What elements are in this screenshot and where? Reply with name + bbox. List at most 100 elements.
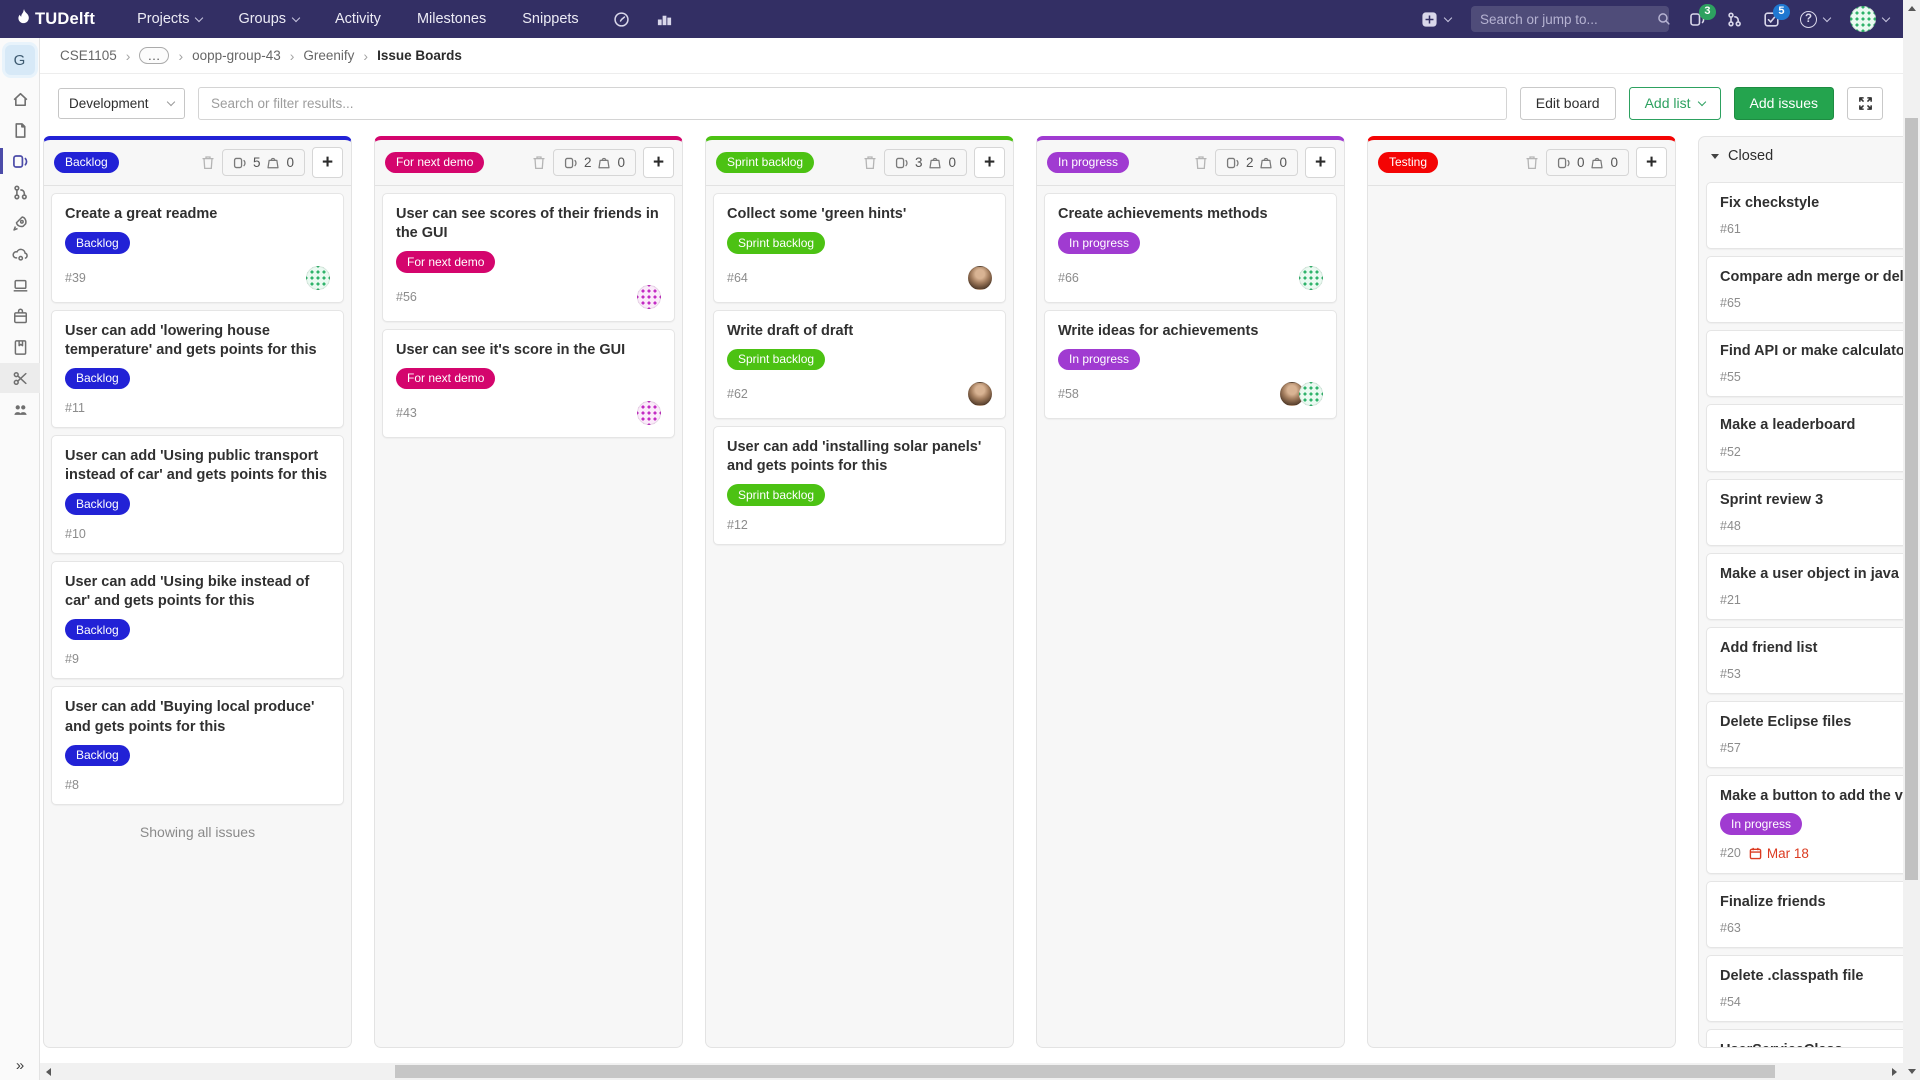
sidebar-item-merge-requests[interactable] (0, 177, 40, 207)
scroll-up-arrow-icon[interactable] (1908, 6, 1916, 11)
edit-board-button[interactable]: Edit board (1520, 87, 1616, 120)
assignee-avatar[interactable] (1299, 382, 1323, 406)
delete-list-icon[interactable] (1194, 155, 1208, 170)
issue-card[interactable]: Write ideas for achievements In progress… (1044, 310, 1337, 420)
column-card-list[interactable]: Create achievements methods In progress … (1037, 186, 1344, 1047)
issue-title[interactable]: Sprint review 3 (1720, 491, 1920, 510)
scroll-left-arrow-icon[interactable] (46, 1068, 51, 1076)
issue-title[interactable]: Write draft of draft (727, 322, 992, 341)
issue-title[interactable]: Fix checkstyle (1720, 194, 1920, 213)
label-badge[interactable]: For next demo (396, 251, 495, 272)
delete-list-icon[interactable] (532, 155, 546, 170)
add-issues-button[interactable]: Add issues (1734, 87, 1834, 120)
add-card-button[interactable]: + (974, 147, 1005, 178)
assignee-avatar[interactable] (637, 285, 661, 309)
issue-title[interactable]: User can add 'Buying local produce' and … (65, 698, 330, 736)
issue-card[interactable]: User can add 'Using bike instead of car'… (51, 561, 344, 680)
fullscreen-button[interactable] (1847, 87, 1883, 120)
issue-title[interactable]: Write ideas for achievements (1058, 322, 1323, 341)
issue-card[interactable]: Create a great readme Backlog #39 (51, 193, 344, 303)
issue-title[interactable]: Compare adn merge or delete old b (1720, 268, 1920, 287)
issue-card[interactable]: User can add 'Using public transport ins… (51, 435, 344, 554)
column-label[interactable]: Backlog (54, 152, 119, 173)
label-badge[interactable]: In progress (1058, 349, 1140, 370)
issue-title[interactable]: User can see it's score in the GUI (396, 341, 661, 360)
breadcrumb-project[interactable]: Greenify (303, 48, 354, 63)
chart-icon[interactable] (656, 11, 673, 28)
add-card-button[interactable]: + (1305, 147, 1336, 178)
assignee-avatar[interactable] (968, 382, 992, 406)
scroll-right-arrow-icon[interactable] (1892, 1068, 1897, 1076)
todos-icon[interactable]: 5 (1763, 11, 1780, 28)
issue-card[interactable]: Make a user object in java #21 (1706, 553, 1920, 620)
issue-card[interactable]: Write draft of draft Sprint backlog #62 (713, 310, 1006, 420)
label-badge[interactable]: Backlog (65, 232, 130, 253)
issue-title[interactable]: Make a user object in java (1720, 565, 1920, 584)
label-badge[interactable]: Sprint backlog (727, 484, 825, 505)
label-badge[interactable]: In progress (1058, 232, 1140, 253)
closed-column-header[interactable]: Closed (1699, 137, 1920, 175)
issue-title[interactable]: Finalize friends (1720, 893, 1920, 912)
issue-card[interactable]: Find API or make calculator for CO2 #55 (1706, 330, 1920, 397)
issue-card[interactable]: Collect some 'green hints' Sprint backlo… (713, 193, 1006, 303)
issue-card[interactable]: Finalize friends #63 (1706, 881, 1920, 948)
label-badge[interactable]: Backlog (65, 619, 130, 640)
issue-card[interactable]: User can see it's score in the GUI For n… (382, 329, 675, 439)
breadcrumb-cse1105[interactable]: CSE1105 (60, 48, 117, 63)
column-label[interactable]: Testing (1378, 152, 1438, 173)
sidebar-item-cicd[interactable] (0, 208, 40, 238)
nav-item-activity[interactable]: Activity (335, 11, 381, 27)
delete-list-icon[interactable] (1525, 155, 1539, 170)
breadcrumb-ellipsis-button[interactable]: … (139, 47, 169, 64)
nav-item-groups[interactable]: Groups (238, 11, 299, 27)
tudelft-logo[interactable]: TUDelft (16, 9, 95, 29)
issues-nav-icon[interactable]: 3 (1689, 11, 1706, 28)
column-card-list[interactable]: Create a great readme Backlog #39 User c… (44, 186, 351, 1047)
issue-card[interactable]: Create achievements methods In progress … (1044, 193, 1337, 303)
project-avatar[interactable]: G (5, 45, 35, 75)
issue-title[interactable]: User can add 'Using public transport ins… (65, 447, 330, 485)
filter-input[interactable] (211, 96, 1494, 111)
add-list-button[interactable]: Add list (1629, 87, 1721, 120)
sidebar-collapse-button[interactable]: » (0, 1057, 40, 1074)
issue-card[interactable]: Sprint review 3 #48 (1706, 479, 1920, 546)
filter-bar[interactable] (198, 87, 1507, 120)
issue-card[interactable]: Compare adn merge or delete old b #65 (1706, 256, 1920, 323)
issue-title[interactable]: User can add 'Using bike instead of car'… (65, 573, 330, 611)
issue-card[interactable]: UserServiceClass #50 (1706, 1029, 1920, 1047)
label-badge[interactable]: In progress (1720, 813, 1802, 834)
label-badge[interactable]: For next demo (396, 368, 495, 389)
delete-list-icon[interactable] (201, 155, 215, 170)
issue-card[interactable]: User can add 'lowering house temperature… (51, 310, 344, 429)
issue-card[interactable]: Delete .classpath file #54 (1706, 955, 1920, 1022)
vertical-scrollbar-thumb[interactable] (1905, 118, 1918, 880)
add-card-button[interactable]: + (643, 147, 674, 178)
issue-title[interactable]: User can see scores of their friends in … (396, 205, 661, 243)
label-badge[interactable]: Sprint backlog (727, 232, 825, 253)
issue-title[interactable]: UserServiceClass (1720, 1041, 1920, 1047)
label-badge[interactable]: Sprint backlog (727, 349, 825, 370)
sidebar-item-issues[interactable] (0, 146, 40, 176)
issue-title[interactable]: User can add 'installing solar panels' a… (727, 438, 992, 476)
column-label[interactable]: Sprint backlog (716, 152, 814, 173)
new-menu-icon[interactable] (1421, 11, 1451, 28)
add-card-button[interactable]: + (1636, 147, 1667, 178)
issue-title[interactable]: User can add 'lowering house temperature… (65, 322, 330, 360)
issue-card[interactable]: Add friend list #53 (1706, 627, 1920, 694)
board-select[interactable]: Development (58, 88, 185, 119)
issue-card[interactable]: User can add 'installing solar panels' a… (713, 426, 1006, 545)
sidebar-item-packages[interactable] (0, 301, 40, 331)
issue-title[interactable]: Create a great readme (65, 205, 330, 224)
sidebar-item-operations[interactable] (0, 239, 40, 269)
nav-item-milestones[interactable]: Milestones (417, 11, 486, 27)
vertical-scrollbar[interactable] (1903, 0, 1920, 1080)
issue-title[interactable]: Delete Eclipse files (1720, 713, 1920, 732)
label-badge[interactable]: Backlog (65, 368, 130, 389)
issue-card[interactable]: Make a button to add the vegetaria In pr… (1706, 775, 1920, 874)
sidebar-item-overview[interactable] (0, 84, 40, 114)
issue-title[interactable]: Find API or make calculator for CO2 (1720, 342, 1920, 361)
global-search[interactable] (1471, 6, 1669, 32)
issue-title[interactable]: Add friend list (1720, 639, 1920, 658)
add-card-button[interactable]: + (312, 147, 343, 178)
delete-list-icon[interactable] (863, 155, 877, 170)
